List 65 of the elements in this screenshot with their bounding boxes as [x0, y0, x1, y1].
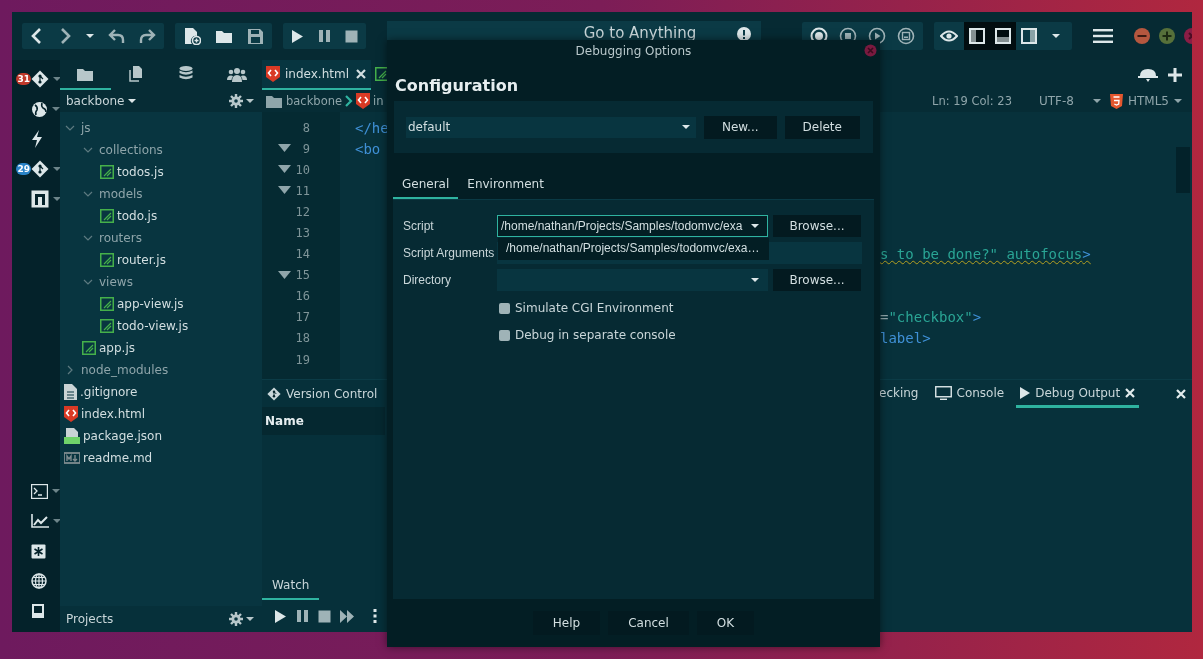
line-number: 12 [295, 204, 310, 219]
browse-button[interactable]: Browse... [773, 269, 861, 291]
dialog-button[interactable]: Delete [784, 115, 860, 139]
line-number: 9 [302, 141, 310, 156]
file-item[interactable]: todos.js [117, 165, 164, 179]
cursor-position: Ln: 19 Col: 23 [932, 94, 1012, 108]
file-item[interactable]: .gitignore [80, 385, 138, 399]
file-item[interactable]: index.html [81, 407, 145, 421]
file-item[interactable]: todo.js [117, 209, 158, 223]
field-label: Directory [403, 273, 452, 287]
file-item[interactable]: readme.md [83, 451, 153, 465]
folder-item[interactable]: models [99, 187, 143, 201]
dropdown-option[interactable]: /home/nathan/Projects/Samples/todomvc/exa… [498, 238, 769, 260]
breadcrumb-item[interactable]: backbone [265, 93, 343, 109]
field-label: Script Arguments [403, 246, 495, 260]
folder-item[interactable]: js [81, 121, 91, 135]
dialog-title: Debugging Options [575, 44, 692, 58]
encoding-dropdown[interactable]: UTF-8 [1039, 94, 1101, 108]
folder-item[interactable]: routers [99, 231, 142, 245]
line-number: 11 [295, 183, 310, 198]
line-number: 10 [295, 162, 310, 177]
checkbox-label: Simulate CGI Environment [515, 301, 674, 315]
dialog-button[interactable]: OK [696, 611, 755, 635]
folder-item[interactable]: collections [99, 143, 163, 157]
file-item[interactable]: app.js [99, 341, 135, 355]
line-number: 15 [295, 268, 310, 283]
line-number: 19 [295, 352, 310, 367]
line-number: 16 [295, 289, 310, 304]
dialog-button[interactable]: New... [704, 115, 777, 139]
count-badge: 29 [16, 163, 31, 175]
file-item[interactable]: router.js [117, 253, 166, 267]
folder-item[interactable]: views [99, 275, 133, 289]
code-text: <bo [355, 140, 381, 157]
file-item[interactable]: package.json [83, 429, 162, 443]
count-badge: 31 [16, 73, 31, 85]
section-heading: Configuration [394, 75, 520, 97]
code-text: </he [355, 119, 389, 136]
folder-item[interactable]: node_modules [81, 363, 169, 377]
column-header: Name [262, 407, 385, 435]
search-field[interactable]: Go to Anything [393, 24, 737, 42]
panel-tab[interactable]: Watch [262, 572, 320, 600]
configuration-dropdown[interactable]: default [406, 116, 696, 138]
file-item[interactable]: todo-view.js [117, 319, 189, 333]
line-number: 14 [295, 247, 310, 262]
code-text: s to be done?" autofocus> [880, 246, 1091, 263]
code-text: ="checkbox"> [880, 309, 982, 326]
panel-tab[interactable]: Debug Output [1016, 380, 1140, 408]
file-item[interactable]: app-view.js [117, 297, 184, 311]
dialog-button[interactable]: Cancel [608, 611, 689, 635]
breadcrumb-item[interactable]: in [356, 93, 384, 109]
line-number: 17 [295, 310, 310, 325]
syntax-dropdown[interactable]: HTML5 [1109, 93, 1182, 109]
panel-tab[interactable]: Console [930, 380, 1009, 408]
panel-title: Projects [66, 612, 114, 626]
line-number: 8 [302, 120, 310, 135]
line-number: 18 [295, 331, 310, 346]
field-label: Script [403, 219, 435, 233]
editor-tab[interactable]: index.html [262, 60, 371, 90]
line-number: 13 [295, 226, 310, 240]
browse-button[interactable]: Browse... [773, 215, 861, 237]
panel-tab[interactable]: Version Control [267, 386, 378, 401]
checkbox-label: Debug in separate console [515, 328, 676, 342]
dialog-tab[interactable]: Environment [458, 171, 553, 199]
code-text: label> [880, 330, 931, 347]
dialog-button[interactable]: Help [532, 611, 601, 635]
